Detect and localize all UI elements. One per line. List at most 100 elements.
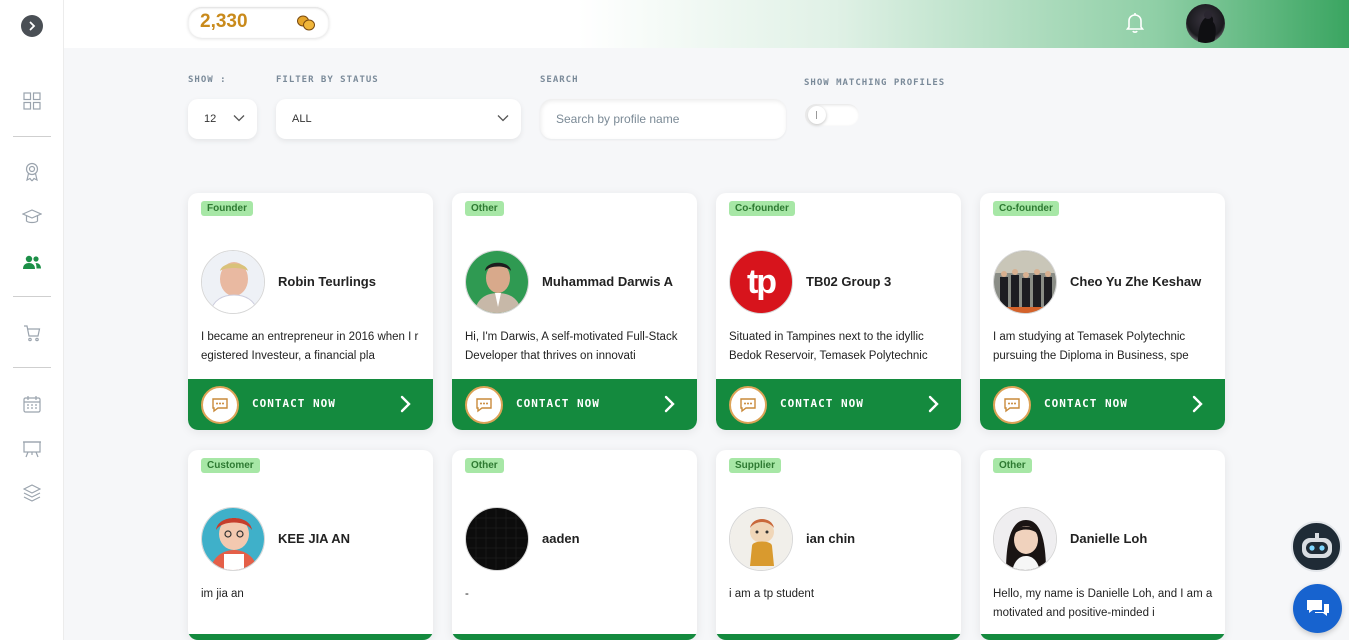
sidebar-item-shop[interactable] [22,323,42,343]
role-badge: Customer [201,458,260,473]
profile-name: KEE JIA AN [278,531,350,546]
profile-avatar[interactable] [993,250,1057,314]
layers-icon [23,484,41,502]
profile-avatar[interactable] [993,507,1057,571]
chevron-right-icon [29,21,36,31]
presentation-board-icon [23,441,41,458]
profile-avatar[interactable] [201,250,265,314]
tp-logo: tp [746,262,777,301]
role-badge: Other [993,458,1032,473]
role-badge: Other [465,201,504,216]
profile-card[interactable]: Co-founder tp TB02 Group 3 Situated in T… [716,193,961,430]
profile-description: I became an entrepreneur in 2016 when I … [201,331,419,362]
chevron-right-icon [400,395,411,413]
graduation-cap-icon [22,209,42,224]
matching-profiles-toggle[interactable] [805,104,859,126]
profile-card[interactable]: Supplier ian chin i am a tp student [716,450,961,640]
profile-card[interactable]: Founder Robin Teurlings I became an entr… [188,193,433,430]
contact-now-button[interactable] [716,634,961,640]
profile-name: ian chin [806,531,856,546]
show-count-value: 12 [204,113,217,125]
search-label: SEARCH [540,75,579,85]
profile-card[interactable]: Co-founder Cheo Yu Zhe Keshaw I am study… [980,193,1225,430]
award-ribbon-icon [25,162,39,182]
show-count-select[interactable]: 12 [188,99,257,139]
sidebar-item-community[interactable] [22,252,42,272]
sidebar-item-events[interactable] [22,439,42,459]
status-filter-label: FILTER BY STATUS [276,75,379,85]
contact-now-button[interactable]: CONTACT NOW [980,379,1225,430]
sidebar-divider [13,367,51,368]
profile-avatar[interactable] [729,507,793,571]
profile-card[interactable]: Other Danielle Loh Hello, my name is Dan… [980,450,1225,640]
profile-name: TB02 Group 3 [806,274,892,289]
sidebar-divider [13,296,51,297]
chevron-down-icon [497,115,509,122]
chat-bubble-icon [729,386,767,424]
chat-bubble-icon [201,386,239,424]
sidebar-toggle-button[interactable] [21,15,43,37]
profile-name: Robin Teurlings [278,274,376,289]
contact-now-button[interactable] [980,634,1225,640]
profile-description: - [465,588,469,600]
profile-card[interactable]: Other aaden - [452,450,697,640]
bell-icon [1125,13,1145,33]
profile-avatar[interactable] [465,507,529,571]
show-label: SHOW : [188,75,227,85]
contact-now-button[interactable]: CONTACT NOW [452,379,697,430]
sidebar-divider [13,136,51,137]
role-badge: Co-founder [729,201,795,216]
contact-now-button[interactable] [452,634,697,640]
chevron-right-icon [928,395,939,413]
profile-description: Hi, I'm Darwis, A self-motivated Full-St… [465,331,678,362]
cart-icon [24,325,41,342]
sidebar-item-achievements[interactable] [22,162,42,182]
sidebar-item-learning[interactable] [22,207,42,227]
top-header: 2,330 [64,0,1349,48]
role-badge: Supplier [729,458,782,473]
profile-avatar[interactable] [465,250,529,314]
profile-card[interactable]: Other Muhammad Darwis A Hi, I'm Darwis, … [452,193,697,430]
profile-name: aaden [542,531,580,546]
status-filter-value: ALL [292,113,312,125]
chat-bubble-icon [465,386,503,424]
sidebar [0,0,64,640]
profile-description: im jia an [201,588,244,600]
search-input[interactable] [540,99,786,139]
role-badge: Founder [201,201,253,216]
profile-description: i am a tp student [729,588,815,600]
role-badge: Co-founder [993,201,1059,216]
sidebar-item-dashboard[interactable] [22,91,42,111]
contact-now-button[interactable]: CONTACT NOW [716,379,961,430]
chatbot-button[interactable] [1291,521,1342,572]
coin-balance[interactable]: 2,330 [188,7,329,38]
profile-avatar[interactable] [201,507,265,571]
chat-bubble-icon [993,386,1031,424]
chevron-down-icon [233,115,245,122]
profile-description: I am studying at Temasek Polytechnic pur… [993,331,1189,362]
user-avatar[interactable] [1186,4,1225,43]
sidebar-item-resources[interactable] [22,483,42,503]
profile-card[interactable]: Customer KEE JIA AN im jia an [188,450,433,640]
calendar-icon [23,396,41,413]
status-filter-select[interactable]: ALL [276,99,521,139]
profile-name: Cheo Yu Zhe Keshaw [1070,274,1202,289]
sidebar-item-calendar[interactable] [22,394,42,414]
profile-name: Muhammad Darwis A [542,274,673,289]
contact-now-button[interactable]: CONTACT NOW [188,379,433,430]
coin-balance-value: 2,330 [200,11,248,32]
contact-now-label: CONTACT NOW [516,397,600,410]
chat-bubbles-icon [1306,599,1329,616]
contact-now-button[interactable] [188,634,433,640]
chevron-right-icon [664,395,675,413]
profile-description: Situated in Tampines next to the idyllic… [729,331,928,362]
contact-now-label: CONTACT NOW [780,397,864,410]
profile-avatar[interactable]: tp [729,250,793,314]
contact-now-label: CONTACT NOW [252,397,336,410]
notification-button[interactable] [1125,12,1145,38]
profile-name: Danielle Loh [1070,531,1148,546]
contact-now-label: CONTACT NOW [1044,397,1128,410]
live-chat-button[interactable] [1293,584,1342,633]
coins-icon [297,15,315,31]
dashboard-grid-icon [23,92,41,110]
